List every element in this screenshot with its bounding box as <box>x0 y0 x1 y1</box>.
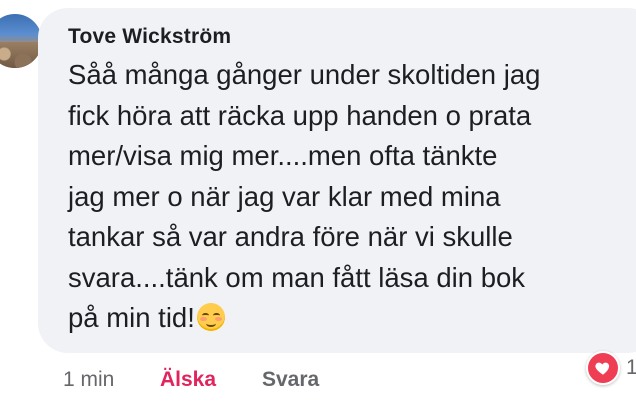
comment-line-last: på min tid! <box>68 298 628 339</box>
comment-line: Såå många gånger under skoltiden jag <box>68 59 541 90</box>
avatar[interactable] <box>0 14 42 68</box>
heart-icon <box>586 351 620 385</box>
comment-line: på min tid! <box>68 302 195 333</box>
reaction-count: 1 <box>626 356 636 379</box>
comment-line: mer/visa mig mer....men ofta tänkte <box>68 140 498 171</box>
reaction-summary[interactable]: 1 <box>586 350 636 386</box>
comment-text: Såå många gånger under skoltiden jag fic… <box>68 55 628 339</box>
timestamp[interactable]: 1 min <box>63 368 114 392</box>
avatar-image <box>0 42 42 68</box>
comment-line: jag mer o när jag var klar med mina <box>68 180 501 212</box>
love-button[interactable]: Älska <box>160 368 216 392</box>
smiling-face-icon <box>196 303 225 331</box>
reply-button[interactable]: Svara <box>262 368 319 392</box>
comment-author[interactable]: Tove Wickström <box>68 25 231 49</box>
comment-line: svara....tänk om man fått läsa din bok <box>68 261 526 293</box>
comment-line: fick höra att räcka upp handen o prata <box>68 99 532 131</box>
comment-line: tankar så var andra före när vi skulle <box>68 221 513 252</box>
